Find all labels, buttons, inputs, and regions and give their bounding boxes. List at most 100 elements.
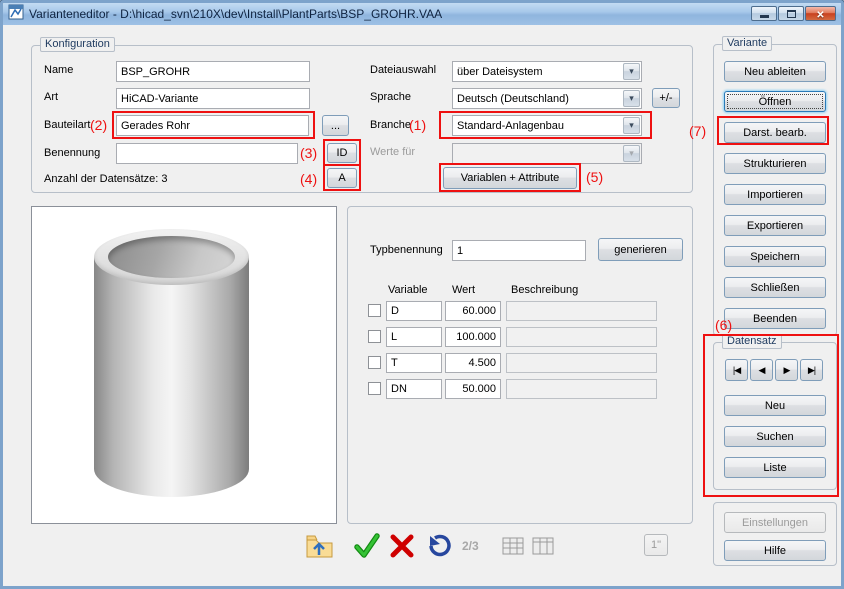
- column-header-variable: Variable: [388, 284, 428, 296]
- window-title: Varianteneditor - D:\hicad_svn\210X\dev\…: [29, 7, 442, 21]
- first-record-button[interactable]: |◀: [725, 359, 748, 381]
- next-record-button[interactable]: ▶: [775, 359, 798, 381]
- minimize-button[interactable]: [751, 6, 777, 21]
- variante-group: Variante Neu ableiten Öffnen Darst. bear…: [713, 44, 837, 336]
- row-checkbox[interactable]: [368, 330, 381, 343]
- art-label: Art: [44, 91, 58, 103]
- load-folder-icon[interactable]: [303, 530, 335, 567]
- sprache-value: Deutsch (Deutschland): [457, 93, 569, 105]
- column-header-wert: Wert: [452, 284, 475, 296]
- dialog-body: Konfiguration Name Art Bauteilart (2) ..…: [3, 25, 841, 586]
- annotation-6: (6): [715, 317, 732, 333]
- beenden-button[interactable]: Beenden: [724, 308, 826, 329]
- art-input[interactable]: [116, 88, 310, 109]
- name-input[interactable]: [116, 61, 310, 82]
- chevron-down-icon: [623, 145, 640, 162]
- window-controls: [751, 6, 836, 21]
- typbenennung-label: Typbenennung: [370, 244, 443, 256]
- table-columns-icon: [530, 533, 556, 564]
- branche-label: Branche: [370, 119, 411, 131]
- preview-panel: [31, 206, 337, 524]
- plus-minus-button[interactable]: +/-: [652, 88, 680, 108]
- maximize-icon: [787, 10, 796, 18]
- branche-value: Standard-Anlagenbau: [457, 120, 564, 132]
- sprache-dropdown[interactable]: Deutsch (Deutschland): [452, 88, 642, 109]
- werte-fuer-label: Werte für: [370, 146, 415, 158]
- strukturieren-button[interactable]: Strukturieren: [724, 153, 826, 174]
- typ-group: Typbenennung generieren Variable Wert Be…: [347, 206, 693, 524]
- variable-name-input[interactable]: [386, 379, 442, 399]
- inch-button: 1": [644, 534, 668, 556]
- cancel-x-icon[interactable]: [387, 531, 417, 566]
- darst-bearb-button[interactable]: Darst. bearb.: [724, 122, 826, 143]
- dateiauswahl-value: über Dateisystem: [457, 66, 543, 78]
- id-button[interactable]: ID: [327, 143, 357, 163]
- suchen-button[interactable]: Suchen: [724, 426, 826, 447]
- dateiauswahl-dropdown[interactable]: über Dateisystem: [452, 61, 642, 82]
- importieren-button[interactable]: Importieren: [724, 184, 826, 205]
- datensatz-group-label: Datensatz: [722, 334, 782, 349]
- variable-wert-input[interactable]: [445, 353, 501, 373]
- variable-wert-input[interactable]: [445, 379, 501, 399]
- table-icon: [500, 533, 526, 564]
- titlebar[interactable]: Varianteneditor - D:\hicad_svn\210X\dev\…: [3, 3, 841, 25]
- bauteilart-input[interactable]: [116, 115, 309, 136]
- datensatz-group: Datensatz |◀ ◀ ▶ ▶| Neu Suchen Liste: [713, 342, 837, 490]
- annotation-3: (3): [300, 145, 317, 161]
- neu-ableiten-button[interactable]: Neu ableiten: [724, 61, 826, 82]
- generieren-button[interactable]: generieren: [598, 238, 683, 261]
- speichern-button[interactable]: Speichern: [724, 246, 826, 267]
- benennung-label: Benennung: [44, 147, 100, 159]
- neu-button[interactable]: Neu: [724, 395, 826, 416]
- annotation-5: (5): [586, 169, 603, 185]
- schliessen-button[interactable]: Schließen: [724, 277, 826, 298]
- previous-record-button[interactable]: ◀: [750, 359, 773, 381]
- name-label: Name: [44, 64, 73, 76]
- oeffnen-button[interactable]: Öffnen: [724, 91, 826, 112]
- variable-name-input[interactable]: [386, 301, 442, 321]
- varianteneditor-window: Varianteneditor - D:\hicad_svn\210X\dev\…: [0, 0, 844, 589]
- column-header-beschreibung: Beschreibung: [511, 284, 578, 296]
- variable-beschreibung-input: [506, 301, 657, 321]
- variable-name-input[interactable]: [386, 353, 442, 373]
- maximize-button[interactable]: [778, 6, 804, 21]
- typbenennung-input[interactable]: [452, 240, 586, 261]
- row-checkbox[interactable]: [368, 356, 381, 369]
- chevron-down-icon[interactable]: [623, 90, 640, 107]
- chevron-down-icon[interactable]: [623, 63, 640, 80]
- cylinder-top-face: [94, 229, 249, 285]
- variable-beschreibung-input: [506, 353, 657, 373]
- annotation-2: (2): [90, 117, 107, 133]
- benennung-input[interactable]: [116, 143, 298, 164]
- exportieren-button[interactable]: Exportieren: [724, 215, 826, 236]
- variable-wert-input[interactable]: [445, 327, 501, 347]
- row-checkbox[interactable]: [368, 382, 381, 395]
- annotation-7: (7): [689, 123, 706, 139]
- a-button[interactable]: A: [327, 168, 357, 188]
- chevron-down-icon[interactable]: [623, 117, 640, 134]
- sprache-label: Sprache: [370, 91, 411, 103]
- branche-dropdown[interactable]: Standard-Anlagenbau: [452, 115, 642, 136]
- close-button[interactable]: [805, 6, 836, 21]
- browse-button[interactable]: ...: [322, 115, 349, 136]
- hilfe-button[interactable]: Hilfe: [724, 540, 826, 561]
- werte-fuer-dropdown: [452, 143, 642, 164]
- variable-wert-input[interactable]: [445, 301, 501, 321]
- konfiguration-group: Konfiguration Name Art Bauteilart (2) ..…: [31, 45, 693, 193]
- cylinder-bore: [108, 236, 235, 278]
- pipe-3d-model: [94, 229, 249, 497]
- annotation-1: (1): [409, 117, 426, 133]
- einstellungen-button: Einstellungen: [724, 512, 826, 533]
- annotation-4: (4): [300, 171, 317, 187]
- undo-icon[interactable]: [423, 531, 453, 566]
- variablen-attribute-button[interactable]: Variablen + Attribute: [443, 167, 577, 189]
- cylinder-body: [94, 257, 249, 497]
- close-icon: [816, 5, 824, 23]
- variable-name-input[interactable]: [386, 327, 442, 347]
- app-icon: [8, 4, 24, 25]
- last-record-button[interactable]: ▶|: [800, 359, 823, 381]
- liste-button[interactable]: Liste: [724, 457, 826, 478]
- footer-group: Einstellungen Hilfe: [713, 502, 837, 566]
- apply-check-icon[interactable]: [352, 531, 382, 566]
- row-checkbox[interactable]: [368, 304, 381, 317]
